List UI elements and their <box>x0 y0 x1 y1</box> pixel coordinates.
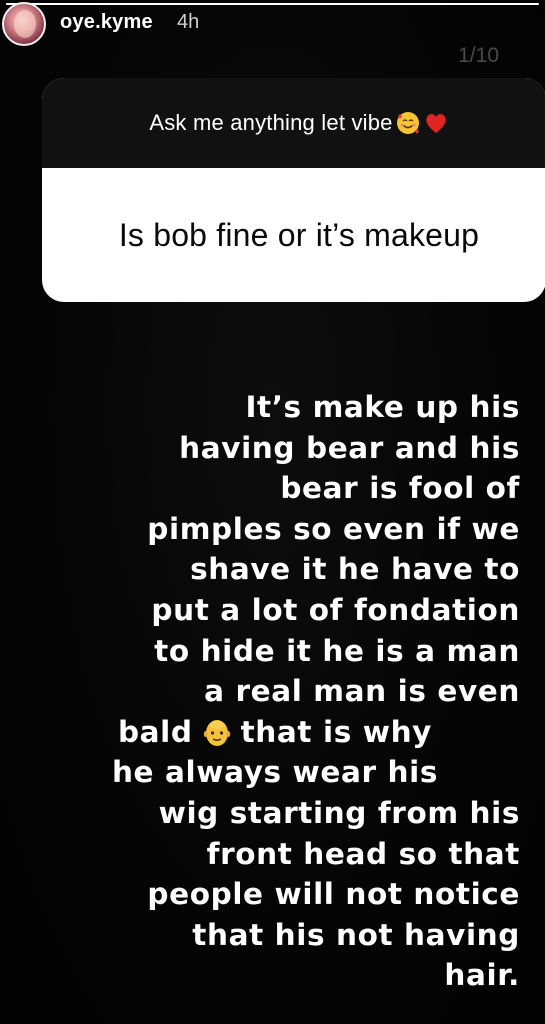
reply-bald-rest: that is why <box>240 714 433 749</box>
question-answer: Is bob fine or it’s makeup <box>118 216 480 253</box>
story-timestamp: 4h <box>177 11 200 33</box>
story-header: oye.kyme 4h <box>0 0 545 50</box>
reply-text: It’s make up his having bear and his bea… <box>30 387 520 996</box>
reply-line: having bear and his <box>179 430 520 465</box>
reply-bald-word: bald <box>117 714 193 749</box>
reply-line: a real man is even <box>204 674 520 709</box>
reply-line: bear is fool of <box>280 471 520 506</box>
question-prompt: Ask me anything let vibe <box>149 110 393 135</box>
red-heart-icon <box>425 114 446 133</box>
reply-line: hair. <box>444 958 520 993</box>
username[interactable]: oye.kyme <box>60 11 153 34</box>
reply-line: that his not having <box>192 917 520 952</box>
reply-line: put a lot of fondation <box>151 592 520 627</box>
reply-line: front head so that <box>206 836 520 871</box>
reply-line: to hide it he is a man <box>154 633 520 668</box>
story-screen[interactable]: oye.kyme 4h 1/10 Ask me anything let vib… <box>0 0 545 1024</box>
reply-line-bald: bald that is why <box>30 712 520 753</box>
bald-man-emoji-icon <box>203 719 230 746</box>
reply-line: It’s make up his <box>245 390 520 424</box>
avatar[interactable] <box>2 2 46 46</box>
reply-line: people will not notice <box>147 877 520 912</box>
story-counter: 1/10 <box>458 44 499 67</box>
question-sticker[interactable]: Ask me anything let vibe Is bob fine or … <box>42 78 545 302</box>
question-sticker-header: Ask me anything let vibe <box>42 78 545 168</box>
question-sticker-body: Is bob fine or it’s makeup <box>42 168 545 302</box>
smiling-face-with-hearts-icon <box>396 112 419 134</box>
reply-line: shave it he have to <box>190 552 520 587</box>
reply-line: he always wear his <box>111 755 439 790</box>
reply-line: pimples so even if we <box>147 511 520 546</box>
reply-line: wig starting from his <box>158 795 520 830</box>
